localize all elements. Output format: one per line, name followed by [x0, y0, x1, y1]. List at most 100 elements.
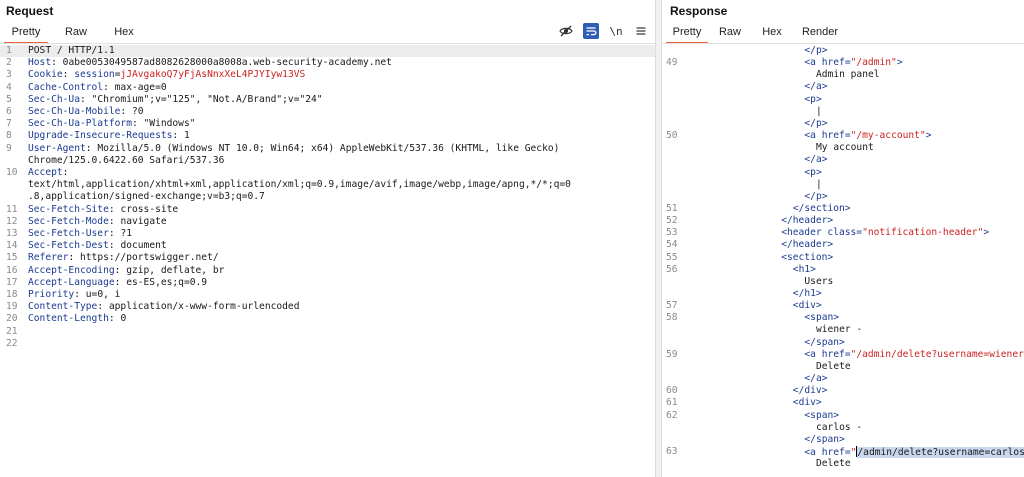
- request-line[interactable]: 12 Sec-Fetch-Mode: navigate: [0, 216, 655, 228]
- response-line[interactable]: </a>: [662, 81, 1024, 93]
- line-code: Chrome/125.0.6422.60 Safari/537.36: [28, 155, 224, 167]
- eye-off-icon[interactable]: [558, 23, 574, 39]
- header-name: Sec-Ch-Ua-Mobile: [28, 106, 121, 117]
- request-line[interactable]: 17 Accept-Language: es-ES,es;q=0.9: [0, 277, 655, 289]
- response-tab-hex[interactable]: Hex: [752, 24, 792, 42]
- response-line[interactable]: 58 <span>: [662, 312, 1024, 324]
- response-line[interactable]: <p>: [662, 167, 1024, 179]
- line-number: [662, 179, 700, 191]
- request-line[interactable]: 15 Referer: https://portswigger.net/: [0, 252, 655, 264]
- response-tab-pretty[interactable]: Pretty: [666, 24, 708, 44]
- request-tabs-divider: [0, 43, 655, 44]
- header-name: Cookie: [28, 69, 63, 81]
- line-text: POST / HTTP/1.1: [28, 45, 115, 56]
- request-line[interactable]: 7 Sec-Ch-Ua-Platform: "Windows": [0, 118, 655, 130]
- response-line[interactable]: 52 </header>: [662, 215, 1024, 227]
- header-value: Mozilla/5.0 (Windows NT 10.0; Win64; x64…: [97, 142, 560, 154]
- newline-icon[interactable]: \n: [608, 23, 624, 39]
- line-code: <a href="/admin">: [700, 57, 902, 69]
- html-tag: <p>: [804, 93, 822, 105]
- line-code: <section>: [700, 252, 833, 264]
- html-tag: >: [925, 130, 932, 142]
- request-line[interactable]: 8 Upgrade-Insecure-Requests: 1: [0, 130, 655, 142]
- response-line[interactable]: wiener -: [662, 324, 1024, 336]
- response-line[interactable]: </p>: [662, 45, 1024, 57]
- request-line[interactable]: 20 Content-Length: 0: [0, 313, 655, 325]
- line-number: 54: [666, 239, 678, 251]
- response-line[interactable]: </span>: [662, 434, 1024, 446]
- line-number: [662, 94, 700, 106]
- response-line[interactable]: Delete: [662, 458, 1024, 470]
- line-code: </a>: [700, 373, 827, 385]
- response-line[interactable]: |: [662, 179, 1024, 191]
- response-line[interactable]: </p>: [662, 191, 1024, 203]
- html-attr-name: href=: [821, 130, 851, 142]
- request-line[interactable]: Chrome/125.0.6422.60 Safari/537.36: [0, 155, 655, 167]
- response-line[interactable]: </p>: [662, 118, 1024, 130]
- response-line[interactable]: </h1>: [662, 288, 1024, 300]
- response-line[interactable]: 49 <a href="/admin">: [662, 57, 1024, 69]
- wrap-icon[interactable]: [583, 23, 599, 39]
- request-line[interactable]: 21: [0, 326, 655, 338]
- request-line[interactable]: text/html,application/xhtml+xml,applicat…: [0, 179, 655, 191]
- request-line[interactable]: 18 Priority: u=0, i: [0, 289, 655, 301]
- header-name: Host: [28, 57, 52, 69]
- response-line[interactable]: 54 </header>: [662, 239, 1024, 251]
- response-line[interactable]: </span>: [662, 337, 1024, 349]
- header-value: cross-site: [120, 203, 179, 215]
- html-tag: </section>: [792, 202, 851, 214]
- response-line[interactable]: My account: [662, 142, 1024, 154]
- request-line[interactable]: 10 Accept:: [0, 167, 655, 179]
- request-line[interactable]: 1 POST / HTTP/1.1: [0, 45, 655, 58]
- request-tab-pretty[interactable]: Pretty: [4, 24, 48, 44]
- response-tab-raw[interactable]: Raw: [708, 24, 752, 42]
- response-tabs: Pretty Raw Hex Render: [666, 24, 1024, 44]
- response-line[interactable]: </a>: [662, 154, 1024, 166]
- request-line[interactable]: 19 Content-Type: application/x-www-form-u…: [0, 301, 655, 313]
- response-line[interactable]: Delete: [662, 361, 1024, 373]
- response-line[interactable]: 53 <header class="notification-header">: [662, 227, 1024, 239]
- line-number: 9: [6, 142, 12, 154]
- response-line[interactable]: <p>: [662, 94, 1024, 106]
- response-line[interactable]: 55 <section>: [662, 252, 1024, 264]
- response-editor[interactable]: </p> 49 <a href="/admin"> Admin panel </a> <p…: [662, 45, 1024, 477]
- response-line[interactable]: 62 <span>: [662, 410, 1024, 422]
- request-line[interactable]: 13 Sec-Fetch-User: ?1: [0, 228, 655, 240]
- response-line[interactable]: 60 </div>: [662, 385, 1024, 397]
- response-line[interactable]: carlos -: [662, 422, 1024, 434]
- response-line[interactable]: 59 <a href="/admin/delete?username=wiener…: [662, 349, 1024, 361]
- response-line[interactable]: 63 <a href="/admin/delete?username=carlos…: [662, 445, 1024, 458]
- pane-splitter[interactable]: [655, 0, 662, 477]
- response-line[interactable]: 50 <a href="/my-account">: [662, 130, 1024, 142]
- request-line[interactable]: 16 Accept-Encoding: gzip, deflate, br: [0, 265, 655, 277]
- request-line[interactable]: 9 User-Agent: Mozilla/5.0 (Windows NT 10.…: [0, 143, 655, 155]
- line-code: Upgrade-Insecure-Requests: 1: [28, 130, 190, 142]
- request-editor[interactable]: 1 POST / HTTP/1.1 2 Host: 0abe0053049587ad8…: [0, 45, 655, 477]
- html-tag: <p>: [804, 166, 822, 178]
- response-line[interactable]: 51 </section>: [662, 203, 1024, 215]
- response-line[interactable]: Users: [662, 276, 1024, 288]
- request-line[interactable]: 3 Cookie: session=jJAvgakoQ7yFjAsNnxXeL4P…: [0, 69, 655, 81]
- request-tab-hex[interactable]: Hex: [104, 24, 144, 42]
- response-line[interactable]: Admin panel: [662, 69, 1024, 81]
- menu-icon[interactable]: [633, 23, 649, 39]
- request-line[interactable]: 2 Host: 0abe0053049587ad8082628000a8008a.…: [0, 57, 655, 69]
- request-tab-raw[interactable]: Raw: [48, 24, 104, 42]
- request-line[interactable]: 5 Sec-Ch-Ua: "Chromium";v="125", "Not.A/B…: [0, 94, 655, 106]
- response-tab-render[interactable]: Render: [792, 24, 848, 42]
- request-line[interactable]: 14 Sec-Fetch-Dest: document: [0, 240, 655, 252]
- response-line[interactable]: 61 <div>: [662, 397, 1024, 409]
- response-line[interactable]: 56 <h1>: [662, 264, 1024, 276]
- line-code: Admin panel: [700, 69, 880, 81]
- response-line[interactable]: 57 <div>: [662, 300, 1024, 312]
- request-line[interactable]: 6 Sec-Ch-Ua-Mobile: ?0: [0, 106, 655, 118]
- request-line[interactable]: .8,application/signed-exchange;v=b3;q=0.…: [0, 191, 655, 203]
- request-line[interactable]: 4 Cache-Control: max-age=0: [0, 82, 655, 94]
- request-line[interactable]: 22: [0, 338, 655, 350]
- response-line[interactable]: |: [662, 106, 1024, 118]
- line-code: <a href="/admin/delete?username=wiener">: [700, 349, 1024, 361]
- request-line[interactable]: 11 Sec-Fetch-Site: cross-site: [0, 204, 655, 216]
- response-line[interactable]: </a>: [662, 373, 1024, 385]
- line-number: 62: [666, 409, 678, 421]
- line-code: Delete: [700, 458, 851, 470]
